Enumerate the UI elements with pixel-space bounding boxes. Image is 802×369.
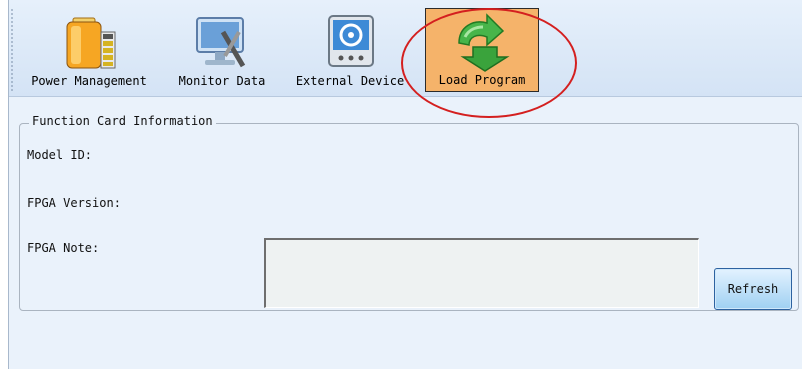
group-title: Function Card Information <box>29 114 216 128</box>
external-device-icon <box>328 15 374 67</box>
highlight-ring <box>401 8 577 118</box>
toolbar-grip[interactable] <box>11 8 13 92</box>
tool-external-device[interactable]: External Device <box>279 8 421 92</box>
tool-label: Power Management <box>31 74 147 88</box>
fpga-note-field[interactable] <box>264 238 699 308</box>
toolbar: Power Management Monitor Data External D… <box>9 0 802 118</box>
fpga-note-label: FPGA Note: <box>27 241 100 255</box>
tool-monitor-data[interactable]: Monitor Data <box>169 8 275 92</box>
model-id-label: Model ID: <box>27 148 93 162</box>
function-card-window: Power Management Monitor Data External D… <box>8 0 802 369</box>
tool-label: External Device <box>295 74 405 88</box>
tool-power-management[interactable]: Power Management <box>15 8 163 92</box>
tool-label: Monitor Data <box>178 74 266 88</box>
monitor-icon <box>196 17 246 68</box>
battery-icon <box>66 17 116 69</box>
fpga-version-label: FPGA Version: <box>27 196 121 210</box>
refresh-button[interactable]: Refresh <box>714 268 792 310</box>
